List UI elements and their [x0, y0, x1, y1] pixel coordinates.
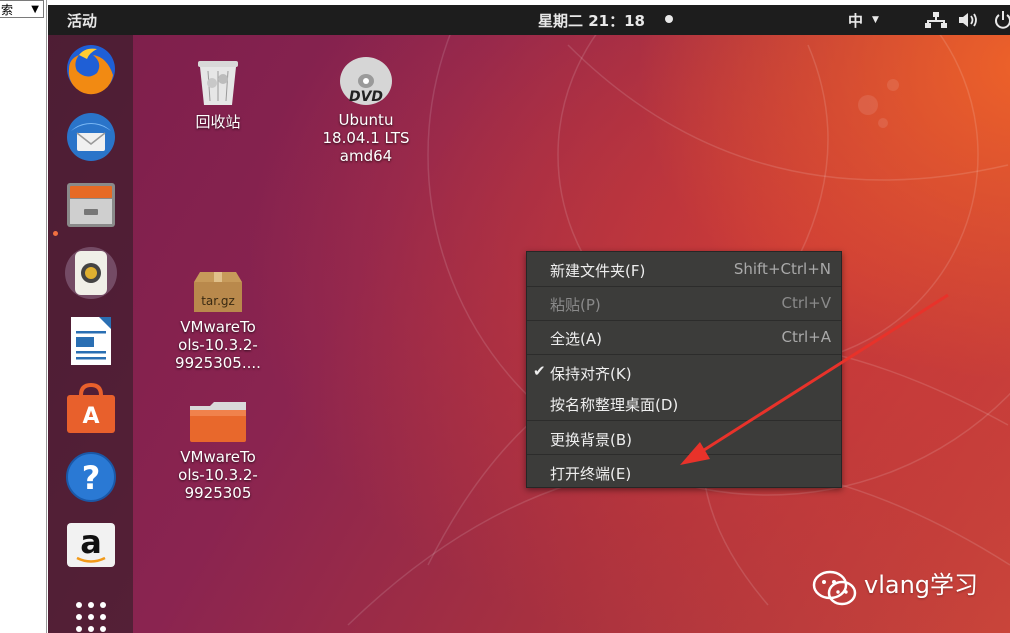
wechat-icon [812, 570, 857, 606]
watermark-text: vlang学习 [864, 571, 979, 599]
ubuntu-desktop[interactable]: 活动 星期二 21：18 中 ▼ A ? a 回收站 DVD Ubuntu 18… [48, 5, 1010, 633]
host-window-strip: 索 ▼ [0, 0, 47, 633]
chevron-down-icon[interactable]: ▼ [31, 1, 39, 19]
annotation-arrow-icon [680, 293, 949, 465]
host-combo-box[interactable]: 索 ▼ [0, 0, 44, 18]
host-combo-text: 索 [1, 3, 14, 17]
